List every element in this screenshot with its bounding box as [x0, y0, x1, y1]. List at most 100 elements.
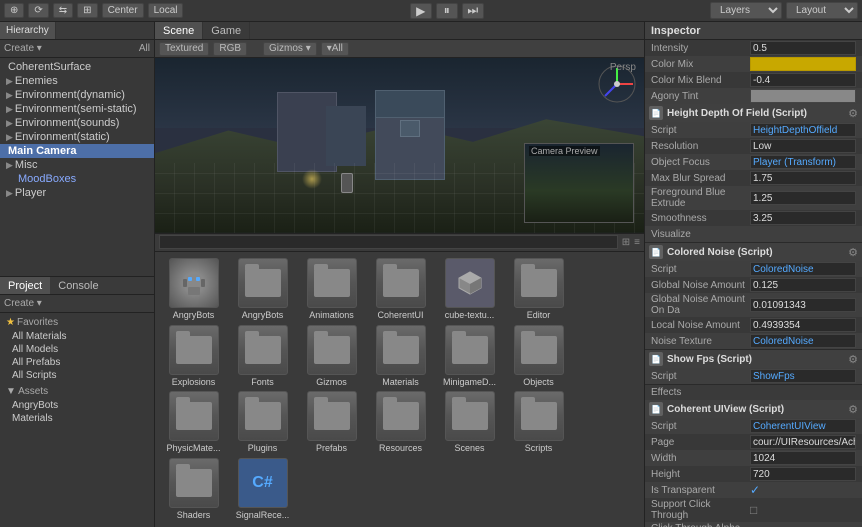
fav-all-prefabs[interactable]: All Prefabs — [6, 356, 148, 369]
width-value[interactable]: 1024 — [750, 451, 856, 465]
asset-item-resources[interactable]: Resources — [368, 391, 433, 454]
asset-item-materials[interactable]: Materials — [368, 325, 433, 388]
h-arrow: ▶ — [6, 90, 13, 101]
hierarchy-create-btn[interactable]: Create ▾ — [4, 43, 42, 54]
favorites-section: ★ Favorites All Materials All Models All… — [0, 313, 154, 384]
asset-item-animations[interactable]: Animations — [299, 258, 364, 321]
asset-item-minigame[interactable]: MinigameD... — [437, 325, 502, 388]
show-fps-header[interactable]: 📄 Show Fps (Script) ⚙ — [645, 350, 862, 368]
intensity-value[interactable]: 0.5 — [750, 41, 856, 55]
asset-item-editor[interactable]: Editor — [506, 258, 571, 321]
asset-item-scenes[interactable]: Scenes — [437, 391, 502, 454]
agony-tint-value[interactable] — [750, 89, 856, 103]
pause-button[interactable]: ⏸ — [436, 3, 458, 19]
scene-view[interactable]: Persp Camera Preview — [155, 58, 644, 233]
star-icon: ★ — [6, 317, 15, 328]
asset-search-input[interactable] — [159, 235, 618, 249]
asset-list-view-btn[interactable]: ≡ — [634, 237, 640, 248]
color-mix-value[interactable] — [750, 57, 856, 71]
asset-item-angrybots-robot[interactable]: AngryBots — [161, 258, 226, 321]
max-blur-row: Max Blur Spread 1.75 — [645, 170, 862, 186]
gear-icon[interactable]: ⚙ — [848, 403, 858, 416]
height-value[interactable]: 720 — [750, 467, 856, 481]
h-item-moodboxes[interactable]: MoodBoxes — [0, 172, 154, 186]
asset-grid-view-btn[interactable]: ⊞ — [622, 237, 630, 248]
fg-blur-value[interactable]: 1.25 — [750, 191, 856, 205]
is-transparent-check[interactable]: ✓ — [750, 483, 760, 497]
all-filter-btn[interactable]: ▾All — [321, 42, 349, 56]
height-depth-header[interactable]: 📄 Height Depth Of Field (Script) ⚙ — [645, 104, 862, 122]
asset-item-fonts[interactable]: Fonts — [230, 325, 295, 388]
tool-btn-3[interactable]: ⇆ — [53, 3, 73, 18]
inspector-content[interactable]: Intensity 0.5 Color Mix Color Mix Blend … — [645, 40, 862, 527]
gear-icon[interactable]: ⚙ — [848, 246, 858, 259]
is-transparent-row: Is Transparent ✓ — [645, 482, 862, 498]
asset-materials[interactable]: Materials — [6, 412, 148, 425]
fav-all-materials[interactable]: All Materials — [6, 330, 148, 343]
asset-item-coherentui[interactable]: CoherentUI — [368, 258, 433, 321]
coherent-header[interactable]: 📄 Coherent UIView (Script) ⚙ — [645, 400, 862, 418]
h-item-env-sounds[interactable]: ▶ Environment(sounds) — [0, 116, 154, 130]
fav-all-scripts[interactable]: All Scripts — [6, 369, 148, 382]
tool-btn-4[interactable]: ⊞ — [77, 3, 97, 18]
h-item-env-static[interactable]: ▶ Environment(static) — [0, 130, 154, 144]
smoothness-value[interactable]: 3.25 — [750, 211, 856, 225]
fps-script-value[interactable]: ShowFps — [750, 369, 856, 383]
color-mix-blend-value[interactable]: -0.4 — [750, 73, 856, 87]
layout-dropdown[interactable]: Layout — [786, 2, 858, 19]
gizmos-btn[interactable]: Gizmos ▾ — [263, 42, 317, 56]
colored-noise-header[interactable]: 📄 Colored Noise (Script) ⚙ — [645, 243, 862, 261]
local-btn[interactable]: Local — [148, 3, 184, 18]
rgb-btn[interactable]: RGB — [213, 42, 247, 56]
play-button[interactable]: ▶ — [410, 3, 432, 19]
coherent-script-value[interactable]: CoherentUIView — [750, 419, 856, 433]
max-blur-value[interactable]: 1.75 — [750, 171, 856, 185]
h-item-misc[interactable]: ▶ Misc — [0, 158, 154, 172]
console-tab[interactable]: Console — [50, 277, 106, 294]
asset-item-shaders[interactable]: Shaders — [161, 458, 226, 521]
game-tab[interactable]: Game — [203, 22, 250, 39]
asset-item-objects[interactable]: Objects — [506, 325, 571, 388]
noise-texture-value[interactable]: ColoredNoise — [750, 334, 856, 348]
scene-tab[interactable]: Scene — [155, 22, 203, 39]
h-item-maincamera[interactable]: Main Camera — [0, 144, 154, 158]
asset-item-physicmate[interactable]: PhysicMate... — [161, 391, 226, 454]
textured-btn[interactable]: Textured — [159, 42, 209, 56]
cn-script-value[interactable]: ColoredNoise — [750, 262, 856, 276]
asset-item-plugins[interactable]: Plugins — [230, 391, 295, 454]
h-item-player[interactable]: ▶ Player — [0, 186, 154, 200]
asset-item-cubetextu[interactable]: cube-textu... — [437, 258, 502, 321]
h-item-coherentsurface[interactable]: CoherentSurface — [0, 60, 154, 74]
h-item-env-dynamic[interactable]: ▶ Environment(dynamic) — [0, 88, 154, 102]
asset-item-prefabs[interactable]: Prefabs — [299, 391, 364, 454]
step-button[interactable]: ⏭ — [462, 3, 484, 19]
global-noise-value[interactable]: 0.125 — [750, 278, 856, 292]
asset-item-signalrece[interactable]: C# SignalRece... — [230, 458, 295, 521]
script-value[interactable]: HeightDepthOffield — [750, 123, 856, 137]
local-noise-value[interactable]: 0.4939354 — [750, 318, 856, 332]
hierarchy-tab[interactable]: Hierarchy — [0, 22, 56, 39]
tool-btn-2[interactable]: ⟳ — [28, 3, 48, 18]
tool-btn-1[interactable]: ⊕ — [4, 3, 24, 18]
global-noise-da-value[interactable]: 0.01091343 — [750, 298, 856, 312]
hierarchy-all-filter[interactable]: All — [139, 43, 150, 54]
project-tab[interactable]: Project — [0, 277, 50, 294]
support-click-check[interactable]: □ — [750, 503, 757, 517]
asset-item-gizmos[interactable]: Gizmos — [299, 325, 364, 388]
asset-item-explosions[interactable]: Explosions — [161, 325, 226, 388]
h-item-enemies[interactable]: ▶ Enemies — [0, 74, 154, 88]
center-btn[interactable]: Center — [102, 3, 144, 18]
project-create-btn[interactable]: Create ▾ — [4, 298, 42, 309]
asset-angrybots[interactable]: AngryBots — [6, 399, 148, 412]
folder-shape — [383, 336, 419, 364]
page-value[interactable]: cour://UIResources/Achievem — [750, 435, 856, 449]
layers-dropdown[interactable]: Layers — [710, 2, 782, 19]
object-focus-value[interactable]: Player (Transform) — [750, 155, 856, 169]
h-item-env-semistatic[interactable]: ▶ Environment(semi-static) — [0, 102, 154, 116]
resolution-value[interactable]: Low — [750, 139, 856, 153]
asset-item-scripts[interactable]: Scripts — [506, 391, 571, 454]
fav-all-models[interactable]: All Models — [6, 343, 148, 356]
gear-icon[interactable]: ⚙ — [848, 107, 858, 120]
asset-item-angrybots[interactable]: AngryBots — [230, 258, 295, 321]
gear-icon[interactable]: ⚙ — [848, 353, 858, 366]
